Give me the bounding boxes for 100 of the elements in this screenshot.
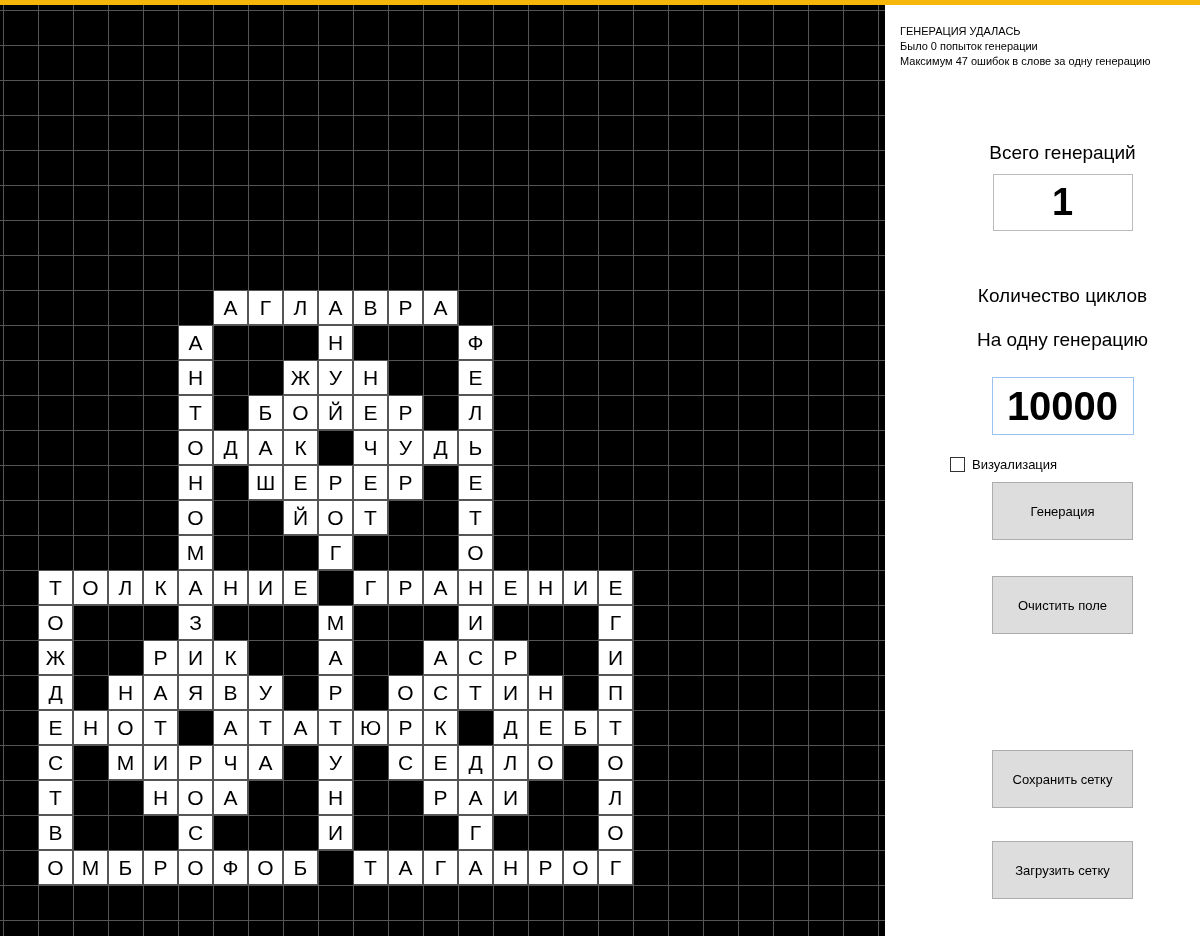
- letter-cell: Р: [388, 465, 423, 500]
- letter-cell: А: [178, 325, 213, 360]
- letter-cell: Ч: [213, 745, 248, 780]
- letter-cell: Т: [458, 500, 493, 535]
- letter-cell: Н: [353, 360, 388, 395]
- letter-cell: И: [178, 640, 213, 675]
- letter-cell: Г: [458, 815, 493, 850]
- letter-cell: Г: [423, 850, 458, 885]
- status-text: Максимум 47 ошибок в слове за одну генерацию: [900, 54, 1152, 69]
- letter-cell: Н: [493, 850, 528, 885]
- letter-cell: Ю: [353, 710, 388, 745]
- letter-cell: Ф: [458, 325, 493, 360]
- letter-cell: В: [213, 675, 248, 710]
- letter-cell: Р: [493, 640, 528, 675]
- letter-cell: Н: [318, 325, 353, 360]
- letter-cell: О: [528, 745, 563, 780]
- letter-cell: И: [493, 780, 528, 815]
- letter-cell: Е: [598, 570, 633, 605]
- letter-cell: Н: [213, 570, 248, 605]
- letter-cell: Й: [318, 395, 353, 430]
- letter-cell: У: [318, 360, 353, 395]
- letter-cell: И: [563, 570, 598, 605]
- letter-cell: И: [458, 605, 493, 640]
- letter-cell: С: [388, 745, 423, 780]
- letter-cell: О: [178, 430, 213, 465]
- letter-cell: Г: [248, 290, 283, 325]
- letter-cell: Т: [458, 675, 493, 710]
- letter-cell: Г: [318, 535, 353, 570]
- letter-cell: Г: [598, 605, 633, 640]
- letter-cell: Б: [248, 395, 283, 430]
- letter-cell: Е: [283, 570, 318, 605]
- letter-cell: К: [283, 430, 318, 465]
- letter-cell: Р: [388, 290, 423, 325]
- letter-cell: А: [458, 780, 493, 815]
- letter-cell: О: [178, 780, 213, 815]
- letter-cell: Н: [73, 710, 108, 745]
- letter-cell: К: [213, 640, 248, 675]
- letter-cell: Ф: [213, 850, 248, 885]
- letter-cell: Е: [38, 710, 73, 745]
- letter-cell: И: [248, 570, 283, 605]
- letter-cell: С: [458, 640, 493, 675]
- letter-cell: И: [493, 675, 528, 710]
- letter-cell: А: [213, 780, 248, 815]
- visualization-checkbox[interactable]: [950, 457, 965, 472]
- letter-cell: О: [318, 500, 353, 535]
- letter-cell: Т: [38, 570, 73, 605]
- letter-cell: Ь: [458, 430, 493, 465]
- letter-cell: Р: [318, 675, 353, 710]
- letter-cell: У: [388, 430, 423, 465]
- letter-cell: Б: [563, 710, 598, 745]
- letter-cell: А: [283, 710, 318, 745]
- letter-cell: А: [213, 290, 248, 325]
- letter-cell: О: [598, 815, 633, 850]
- letter-cell: О: [388, 675, 423, 710]
- letter-cell: Р: [143, 850, 178, 885]
- letter-cell: Т: [598, 710, 633, 745]
- letter-cell: Р: [178, 745, 213, 780]
- letter-cell: К: [423, 710, 458, 745]
- action-button[interactable]: Сохранить сетку: [992, 750, 1133, 808]
- letter-cell: А: [143, 675, 178, 710]
- action-button[interactable]: Генерация: [992, 482, 1133, 540]
- letter-cell: Я: [178, 675, 213, 710]
- letter-cell: Д: [458, 745, 493, 780]
- letter-cell: Н: [528, 675, 563, 710]
- letter-cell: С: [38, 745, 73, 780]
- letter-cell: Л: [598, 780, 633, 815]
- letter-cell: Г: [353, 570, 388, 605]
- letter-cell: Д: [38, 675, 73, 710]
- letter-cell: В: [353, 290, 388, 325]
- letter-cell: О: [248, 850, 283, 885]
- letter-cell: Е: [283, 465, 318, 500]
- letter-cell: О: [563, 850, 598, 885]
- letter-cell: Е: [493, 570, 528, 605]
- letter-cell: Т: [178, 395, 213, 430]
- action-button[interactable]: Загрузить сетку: [992, 841, 1133, 899]
- letter-cell: Е: [353, 465, 388, 500]
- letter-cell: Л: [458, 395, 493, 430]
- letter-cell: К: [143, 570, 178, 605]
- letter-cell: Е: [458, 360, 493, 395]
- letter-cell: М: [73, 850, 108, 885]
- letter-cell: М: [178, 535, 213, 570]
- letter-cell: О: [283, 395, 318, 430]
- letter-cell: А: [248, 745, 283, 780]
- letter-cell: О: [458, 535, 493, 570]
- letter-cell: Д: [423, 430, 458, 465]
- letter-cell: Л: [283, 290, 318, 325]
- letter-cell: Н: [178, 465, 213, 500]
- cycles-field[interactable]: 10000: [991, 377, 1134, 435]
- cycles-label: На одну генерацию: [976, 329, 1149, 351]
- total-label: Всего генераций: [989, 142, 1136, 164]
- letter-cell: О: [108, 710, 143, 745]
- letter-cell: Т: [248, 710, 283, 745]
- status-text: Было 0 попыток генерации: [900, 39, 1039, 54]
- letter-cell: Г: [598, 850, 633, 885]
- letter-cell: Е: [528, 710, 563, 745]
- action-button[interactable]: Очистить поле: [992, 576, 1133, 634]
- letter-cell: А: [458, 850, 493, 885]
- letter-cell: Н: [178, 360, 213, 395]
- letter-cell: Р: [318, 465, 353, 500]
- letter-cell: А: [318, 640, 353, 675]
